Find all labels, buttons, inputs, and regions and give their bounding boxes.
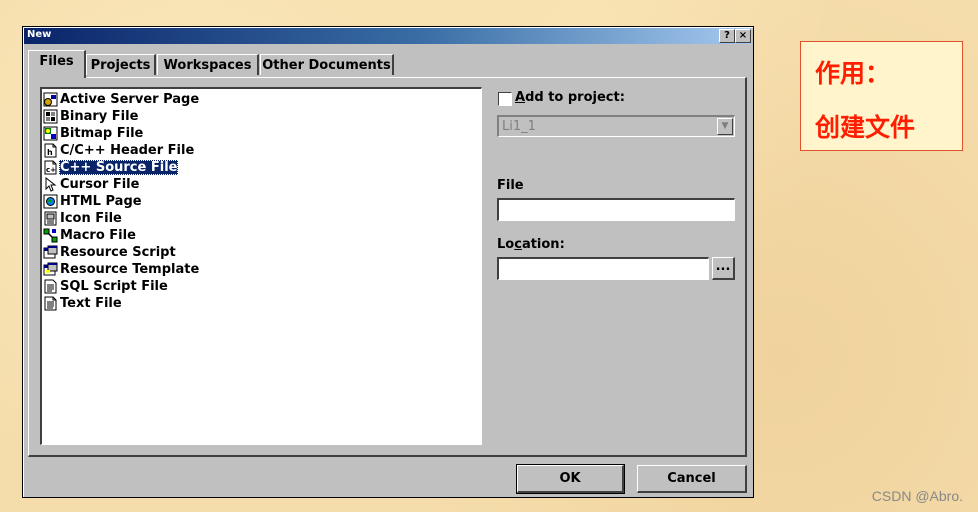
icon-file-icon	[43, 211, 58, 226]
list-item-label: Text File	[60, 296, 122, 311]
add-to-project-label-rest: dd to project:	[525, 90, 625, 105]
list-item-label: Binary File	[60, 109, 139, 124]
header-file-icon: h	[43, 143, 58, 158]
resource-template-icon	[43, 262, 58, 277]
ok-button[interactable]: OK	[516, 464, 625, 494]
cancel-button[interactable]: Cancel	[637, 465, 747, 493]
tab-other-documents-label: Other Documents	[262, 58, 391, 73]
list-item-label: HTML Page	[60, 194, 142, 209]
location-input[interactable]	[497, 257, 709, 280]
chevron-down-icon[interactable]: ▼	[717, 118, 733, 135]
add-to-project-label: Add to project:	[515, 90, 625, 105]
list-item-label: Cursor File	[60, 177, 140, 192]
list-item-label: Resource Template	[60, 262, 200, 277]
tab-files-label: Files	[39, 54, 74, 69]
list-item-resource-template[interactable]: Resource Template	[43, 261, 200, 278]
list-item-label: C/C++ Header File	[60, 143, 195, 158]
list-item-sql-script-file[interactable]: SQL Script File	[43, 278, 169, 295]
list-item-label: Macro File	[60, 228, 136, 243]
list-item-icon-file[interactable]: Icon File	[43, 210, 123, 227]
new-dialog: New ? × Files Projects Workspaces Other …	[22, 26, 754, 498]
location-label-prefix: Lo	[497, 237, 515, 252]
sql-script-icon	[43, 279, 58, 294]
tab-workspaces[interactable]: Workspaces	[157, 54, 259, 75]
list-item-label: C++ Source File	[59, 160, 179, 175]
cursor-file-icon	[43, 176, 58, 192]
list-item-label: Icon File	[60, 211, 122, 226]
bitmap-file-icon	[43, 126, 58, 141]
tab-files[interactable]: Files	[28, 50, 86, 78]
annotation-box: 作用： 创建文件	[800, 41, 963, 151]
add-to-project-label-prefix: A	[515, 90, 526, 105]
location-label-rest: ation:	[521, 237, 565, 252]
text-file-icon	[43, 296, 58, 311]
svg-text:h: h	[47, 148, 53, 157]
browse-button[interactable]: ...	[712, 257, 735, 280]
help-button[interactable]: ?	[719, 29, 735, 43]
list-item-label: SQL Script File	[60, 279, 168, 294]
list-item-html-page[interactable]: HTML Page	[43, 193, 143, 210]
project-select[interactable]: Li1_1 ▼	[497, 115, 735, 137]
file-type-list[interactable]: Active Server Page Binary File Bitmap Fi…	[40, 87, 482, 445]
resource-script-icon	[43, 245, 58, 260]
list-item-cursor-file[interactable]: Cursor File	[43, 176, 140, 193]
list-item-binary-file[interactable]: Binary File	[43, 108, 139, 125]
list-item-text-file[interactable]: Text File	[43, 295, 123, 312]
dialog-title: New	[27, 29, 52, 40]
macro-file-icon	[43, 228, 58, 243]
location-label: Location:	[497, 237, 565, 252]
cpp-source-file-icon: c+	[43, 160, 58, 175]
list-item-label: Resource Script	[60, 245, 176, 260]
close-button[interactable]: ×	[735, 29, 751, 43]
tab-projects[interactable]: Projects	[86, 54, 156, 75]
watermark: CSDN @Abro.	[871, 488, 963, 504]
file-label: File	[497, 178, 524, 193]
asp-page-icon	[43, 92, 58, 107]
list-item-macro-file[interactable]: Macro File	[43, 227, 137, 244]
location-label-underlined: c	[514, 237, 522, 252]
add-to-project-checkbox[interactable]	[498, 92, 512, 106]
tab-other-documents[interactable]: Other Documents	[260, 54, 394, 75]
list-item-label: Bitmap File	[60, 126, 144, 141]
tab-workspaces-label: Workspaces	[163, 58, 252, 73]
project-select-value: Li1_1	[502, 119, 536, 134]
annotation-line-2: 创建文件	[815, 113, 916, 142]
list-item-label: Active Server Page	[60, 92, 200, 107]
tab-projects-label: Projects	[90, 58, 151, 73]
file-name-input[interactable]	[497, 198, 735, 221]
title-bar[interactable]: New ? ×	[24, 28, 752, 44]
svg-text:c+: c+	[46, 166, 56, 174]
list-item-bitmap-file[interactable]: Bitmap File	[43, 125, 144, 142]
html-page-icon	[43, 194, 58, 209]
annotation-line-1: 作用：	[815, 59, 891, 88]
list-item-resource-script[interactable]: Resource Script	[43, 244, 177, 261]
list-item-cpp-source-file[interactable]: c+ C++ Source File	[43, 159, 179, 176]
binary-file-icon	[43, 109, 58, 124]
list-item-active-server-page[interactable]: Active Server Page	[43, 91, 200, 108]
list-item-header-file[interactable]: h C/C++ Header File	[43, 142, 195, 159]
